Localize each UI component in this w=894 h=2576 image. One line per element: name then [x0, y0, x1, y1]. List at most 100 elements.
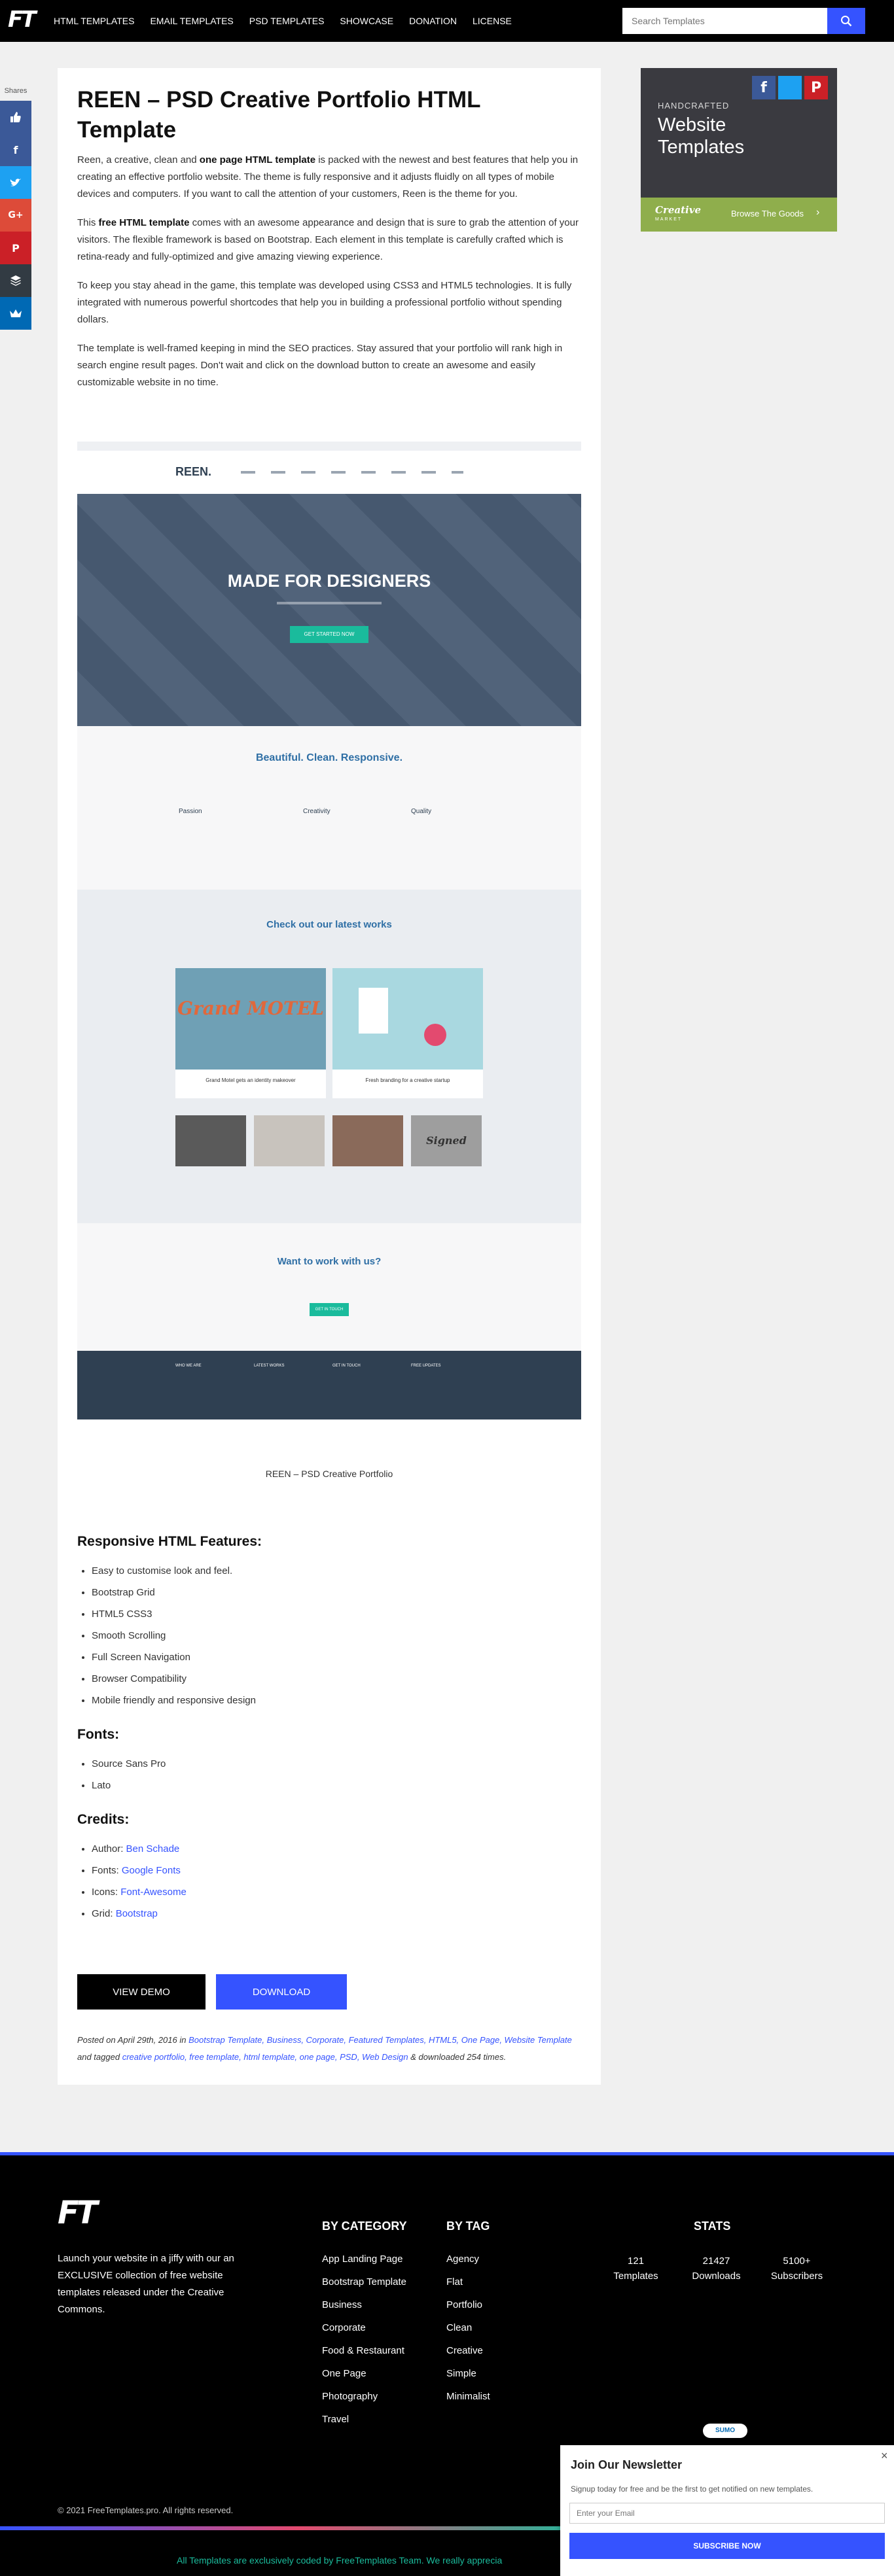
footer-category-heading: BY CATEGORY — [322, 2219, 407, 2233]
author-link[interactable]: Ben Schade — [126, 1843, 180, 1854]
preview-hero-button: GET STARTED NOW — [290, 626, 368, 643]
nav-html-templates[interactable]: HTML TEMPLATES — [54, 16, 134, 26]
nav-email-templates[interactable]: EMAIL TEMPLATES — [150, 16, 233, 26]
features-list: Easy to customise look and feel. Bootstr… — [77, 1560, 581, 1711]
ad-browse: Browse The Goods — [731, 209, 804, 218]
nav-donation[interactable]: DONATION — [409, 16, 457, 26]
close-icon[interactable]: × — [881, 2449, 888, 2463]
google-plus-share-button[interactable]: G+ — [0, 199, 31, 232]
sidebar-ad-banner[interactable]: f P HANDCRAFTED Website Templates Creati… — [641, 68, 837, 232]
features-section: Responsive HTML Features: Easy to custom… — [77, 1534, 581, 1924]
preview-footer-col-2: LATEST WORKS — [254, 1364, 285, 1368]
footer-tagline: Launch your website in a jiffy with our … — [58, 2253, 234, 2315]
preview-branding-circle — [424, 1024, 446, 1046]
credits-list: Author: Ben Schade Fonts: Google Fonts I… — [77, 1838, 581, 1924]
stat-downloads: 21427 Downloads — [692, 2255, 741, 2282]
preview-footer: WHO WE ARE LATEST WORKS GET IN TOUCH FRE… — [77, 1351, 581, 1419]
footer-tags: BY TAG Agency Flat Portfolio Clean Creat… — [446, 2219, 490, 2408]
post-meta: Posted on April 29th, 2016 in Bootstrap … — [77, 2035, 572, 2062]
footer-category-link[interactable]: Business — [322, 2293, 407, 2316]
list-item: Bootstrap Grid — [92, 1582, 581, 1603]
facebook-share-button[interactable]: f — [0, 133, 31, 166]
newsletter-popup: × Join Our Newsletter Signup today for f… — [560, 2445, 894, 2576]
preview-works-section: Check out our latest works Grand MOTEL G… — [77, 890, 581, 1223]
search-input[interactable] — [622, 8, 827, 34]
category-links[interactable]: Bootstrap Template, Business, Corporate,… — [188, 2035, 572, 2045]
subscribe-button[interactable]: SUBSCRIBE NOW — [569, 2533, 885, 2559]
facebook-icon: f — [13, 143, 18, 156]
technology-paragraph: To keep you stay ahead in the game, this… — [77, 280, 572, 325]
seo-paragraph: The template is well-framed keeping in m… — [77, 343, 563, 388]
google-fonts-link[interactable]: Google Fonts — [122, 1865, 181, 1876]
footer-tag-link[interactable]: Creative — [446, 2339, 490, 2362]
list-item: Easy to customise look and feel. — [92, 1560, 581, 1582]
copyright: © 2021 FreeTemplates.pro. All rights res… — [58, 2505, 234, 2515]
thumbs-up-icon — [10, 112, 21, 122]
sumo-share-button[interactable] — [0, 297, 31, 330]
pinterest-share-button[interactable]: P — [0, 232, 31, 264]
list-item: Source Sans Pro — [92, 1753, 581, 1775]
list-item: Mobile friendly and responsive design — [92, 1690, 581, 1711]
footer-category-link[interactable]: App Landing Page — [322, 2248, 407, 2271]
nav-license[interactable]: LICENSE — [473, 16, 512, 26]
footer-tag-link[interactable]: Flat — [446, 2271, 490, 2293]
footer-category-link[interactable]: One Page — [322, 2362, 407, 2385]
footer-logo[interactable]: FT — [58, 2195, 98, 2231]
search-icon — [841, 16, 852, 27]
footer-category-link[interactable]: Travel — [322, 2408, 407, 2431]
search-button[interactable] — [827, 8, 865, 34]
footer-tag-link[interactable]: Simple — [446, 2362, 490, 2385]
footer-tag-link[interactable]: Agency — [446, 2248, 490, 2271]
preview-feature-passion: Passion — [179, 808, 202, 815]
footer-category-link[interactable]: Bootstrap Template — [322, 2271, 407, 2293]
footer-category-link[interactable]: Corporate — [322, 2316, 407, 2339]
ad-twitter-icon — [778, 76, 802, 99]
newsletter-text: Signup today for free and be the first t… — [571, 2484, 814, 2494]
stat-subscribers: 5100+ Subscribers — [770, 2255, 823, 2282]
google-plus-icon: G+ — [8, 210, 24, 220]
nav-showcase[interactable]: SHOWCASE — [340, 16, 393, 26]
list-item: Smooth Scrolling — [92, 1625, 581, 1646]
newsletter-email-input[interactable] — [569, 2503, 885, 2524]
like-share-button[interactable] — [0, 101, 31, 133]
preview-work-motel: Grand MOTEL — [175, 968, 326, 1070]
footer-category-link[interactable]: Photography — [322, 2385, 407, 2408]
footer-stats: 121 Templates 21427 Downloads 5100+ Subscri… — [596, 2255, 838, 2282]
credit-icons: Icons: Font-Awesome — [92, 1881, 581, 1903]
list-item: Browser Compatibility — [92, 1668, 581, 1690]
footer-category-link[interactable]: Food & Restaurant — [322, 2339, 407, 2362]
preview-thumb-3 — [332, 1115, 403, 1166]
site-logo[interactable]: FT — [8, 7, 42, 35]
download-button[interactable]: DOWNLOAD — [216, 1974, 347, 2010]
tag-links[interactable]: creative portfolio, free template, html … — [122, 2052, 408, 2062]
newsletter-title: Join Our Newsletter — [571, 2458, 683, 2471]
footer-tag-link[interactable]: Minimalist — [446, 2385, 490, 2408]
preview-works-title: Check out our latest works — [266, 919, 392, 930]
preview-cta-title: Want to work with us? — [277, 1256, 382, 1267]
nav-psd-templates[interactable]: PSD TEMPLATES — [249, 16, 325, 26]
font-awesome-link[interactable]: Font-Awesome — [120, 1887, 187, 1898]
preview-motel-art: Grand MOTEL — [177, 998, 324, 1019]
crown-icon — [10, 309, 22, 317]
ad-brand: Creative — [655, 204, 701, 216]
share-sidebar: Shares f G+ P — [0, 81, 31, 330]
footer-tag-link[interactable]: Clean — [446, 2316, 490, 2339]
buffer-share-button[interactable] — [0, 264, 31, 297]
sumo-badge[interactable]: SUMO — [703, 2424, 747, 2438]
bootstrap-link[interactable]: Bootstrap — [116, 1908, 158, 1919]
preview-header: REEN. — [77, 451, 581, 494]
preview-work-branding-caption: Fresh branding for a creative startup — [332, 1070, 483, 1098]
twitter-share-button[interactable] — [0, 166, 31, 199]
ad-brand-sub: MARKET — [655, 217, 683, 222]
twitter-icon — [10, 178, 22, 186]
preview-hero: MADE FOR DESIGNERS GET STARTED NOW — [77, 494, 581, 726]
preview-cta-button: GET IN TOUCH — [310, 1303, 349, 1316]
preview-section-title: Beautiful. Clean. Responsive. — [255, 752, 403, 763]
preview-topstrip — [77, 442, 581, 451]
preview-thumb-1 — [175, 1115, 246, 1166]
intro-paragraph: Reen, a creative, clean and one page HTM… — [77, 154, 579, 200]
features-heading: Responsive HTML Features: — [77, 1534, 262, 1549]
preview-work-branding — [332, 968, 483, 1070]
view-demo-button[interactable]: VIEW DEMO — [77, 1974, 206, 2010]
footer-tag-link[interactable]: Portfolio — [446, 2293, 490, 2316]
